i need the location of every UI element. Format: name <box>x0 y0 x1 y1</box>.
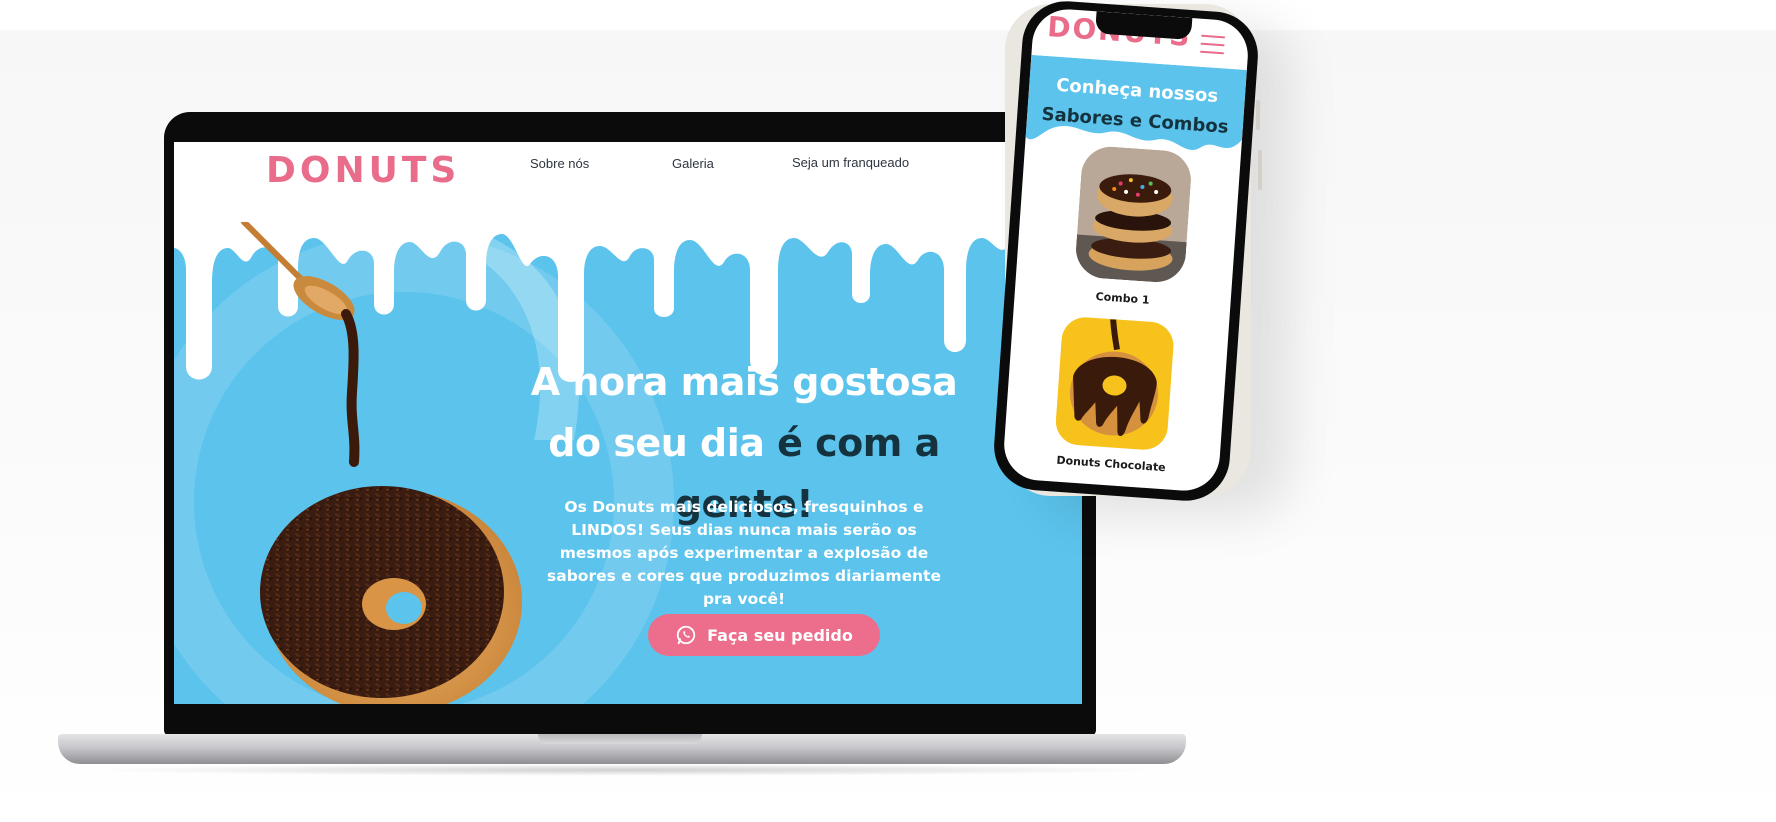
combo-donuts-image <box>1074 144 1193 285</box>
laptop-notch <box>538 734 702 744</box>
product-label-combo-1: Combo 1 <box>1095 290 1151 307</box>
phone-side-button <box>1256 100 1260 130</box>
whatsapp-icon <box>676 625 696 645</box>
laptop-screen: DONUTS Sobre nós Galeria Seja um franque… <box>174 142 1082 704</box>
laptop-shadow <box>80 764 1170 776</box>
product-card-combo-1[interactable] <box>1074 144 1193 285</box>
product-label-donuts-chocolate: Donuts Chocolate <box>1055 453 1167 475</box>
phone-screen: DONUTS Conheça nossos Sabores e Combos C… <box>1001 7 1251 493</box>
chocolate-donut-product-image <box>1054 315 1175 452</box>
order-button-label: Faça seu pedido <box>707 625 853 645</box>
nav-link-galeria[interactable]: Galeria <box>672 156 772 171</box>
phone-side-button <box>1258 150 1262 190</box>
product-card-donuts-chocolate[interactable] <box>1054 315 1175 452</box>
site-header: DONUTS Sobre nós Galeria Seja um franque… <box>174 142 1082 206</box>
hero-description: Os Donuts mais deliciosos, fresquinhos e… <box>547 498 941 608</box>
chocolate-donut-image <box>241 222 522 704</box>
order-button[interactable]: Faça seu pedido <box>648 614 880 656</box>
nav-link-sobre-nos[interactable]: Sobre nós <box>530 156 630 171</box>
hamburger-menu-icon[interactable] <box>1199 34 1226 57</box>
nav-link-franqueado[interactable]: Seja um franqueado <box>792 155 952 170</box>
site-logo[interactable]: DONUTS <box>266 150 460 191</box>
